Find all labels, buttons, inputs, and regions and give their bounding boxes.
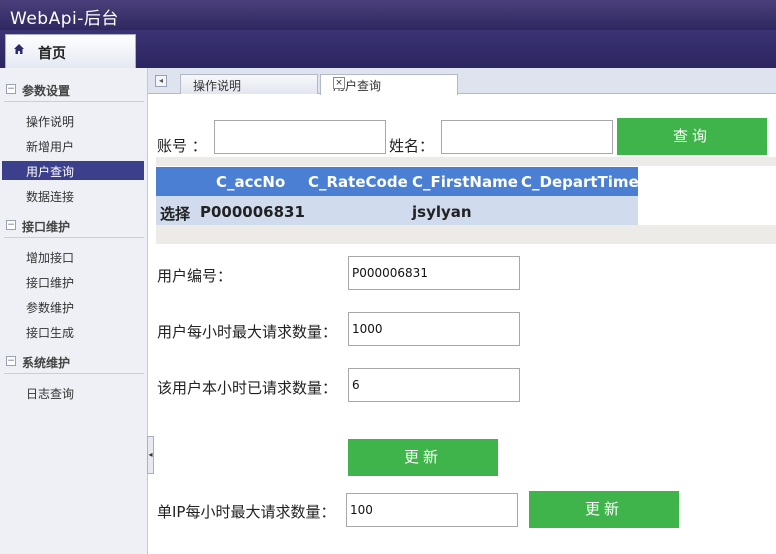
column-header[interactable]: C_accNo [216,173,285,191]
collapse-toggle-icon[interactable]: − [6,220,16,230]
sidebar-group-system[interactable]: − 系统维护 [0,350,148,374]
app-title: WebApi-后台 [10,9,119,29]
title-bar: WebApi-后台 [0,0,776,30]
cell-accno: P000006831 [200,203,305,221]
sidebar-item-api-generate[interactable]: 接口生成 [2,322,144,341]
tab-label: 操作说明 [193,79,242,93]
sidebar-group-params[interactable]: − 参数设置 [0,78,148,102]
sidebar-item-label: 接口维护 [26,276,75,290]
tab-strip: ◂ 操作说明 用户查询 × [148,68,776,95]
sidebar-group-api[interactable]: − 接口维护 [0,214,148,238]
name-label: 姓名： [389,137,435,155]
tab-scroll-left-icon[interactable]: ◂ [155,75,167,87]
ip-max-input[interactable] [346,493,518,527]
query-button[interactable]: 查询 [617,118,767,155]
top-navigation: 首页 [0,30,776,68]
account-input[interactable] [214,120,386,154]
tab-guide[interactable]: 操作说明 [180,74,318,94]
divider [4,237,144,238]
sidebar-group-label: 接口维护 [22,220,71,234]
sidebar-group-label: 参数设置 [22,84,71,98]
user-id-input[interactable] [348,256,520,290]
home-icon [14,44,24,54]
ip-max-label: 单IP每小时最大请求数量： [157,503,336,521]
grid-header: C_accNo C_RateCode C_FirstName C_DepartT… [156,167,639,196]
collapse-toggle-icon[interactable]: − [6,356,16,366]
max-per-hour-label: 用户每小时最大请求数量： [157,323,338,341]
table-row: 选择 P000006831 jsylyan [156,196,638,225]
ip-update-button[interactable]: 更新 [529,491,679,528]
sidebar-item-label: 操作说明 [26,115,75,129]
used-this-hour-label: 该用户本小时已请求数量： [157,379,338,397]
cell-firstname: jsylyan [412,203,472,221]
account-label: 账号 ： [157,137,207,155]
max-per-hour-input[interactable] [348,312,520,346]
home-tab-label: 首页 [38,46,66,62]
sidebar-item-label: 用户查询 [26,165,75,179]
update-button[interactable]: 更新 [348,439,498,476]
grid-footer-band [156,225,776,244]
collapse-toggle-icon[interactable]: − [6,84,16,94]
sidebar-group-label: 系统维护 [22,356,71,370]
close-icon[interactable]: × [333,77,345,89]
select-link[interactable]: 选择 [160,203,190,224]
sidebar-item-guide[interactable]: 操作说明 [2,111,144,130]
sidebar-item-api-maintenance[interactable]: 接口维护 [2,272,144,291]
user-id-label: 用户编号： [157,267,233,285]
sidebar-item-label: 接口生成 [26,326,75,340]
sidebar-item-label: 参数维护 [26,301,75,315]
used-this-hour-input[interactable] [348,368,520,402]
sidebar-item-log-query[interactable]: 日志查询 [2,383,144,402]
collapse-arrow-icon[interactable]: ◂ [147,436,154,474]
name-input[interactable] [441,120,613,154]
column-header[interactable]: C_RateCode [308,173,408,191]
column-header[interactable]: C_DepartTime [521,173,639,191]
sidebar-item-add-user[interactable]: 新增用户 [2,136,144,155]
divider [4,101,144,102]
divider [4,373,144,374]
sidebar-item-data-connection[interactable]: 数据连接 [2,186,144,205]
sidebar: − 参数设置 操作说明 新增用户 用户查询 数据连接 − 接口维护 增加接口 接… [0,68,148,554]
tab-user-query[interactable]: 用户查询 × [320,74,458,95]
column-header[interactable]: C_FirstName [412,173,518,191]
sidebar-item-label: 数据连接 [26,190,75,204]
sidebar-item-user-query[interactable]: 用户查询 [2,161,144,180]
sidebar-item-label: 增加接口 [26,251,75,265]
sidebar-item-add-api[interactable]: 增加接口 [2,247,144,266]
sidebar-item-label: 新增用户 [26,140,75,154]
sidebar-item-param-maintenance[interactable]: 参数维护 [2,297,144,316]
home-tab[interactable]: 首页 [5,34,136,68]
separator-band [156,157,776,166]
sidebar-item-label: 日志查询 [26,387,75,401]
